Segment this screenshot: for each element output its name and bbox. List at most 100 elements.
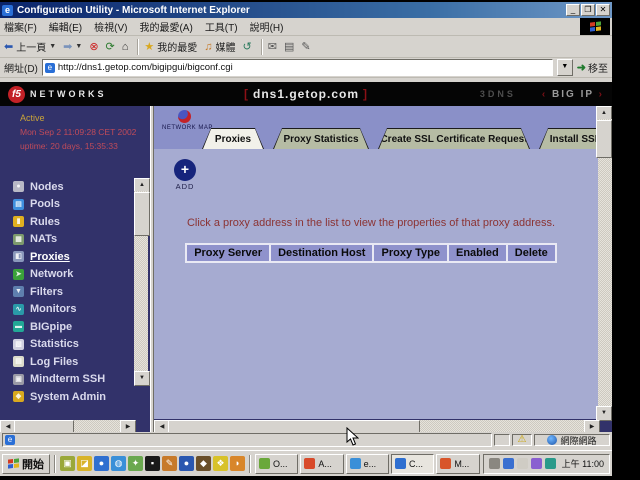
taskbar-separator — [249, 455, 251, 473]
scroll-track[interactable] — [598, 119, 612, 406]
window-titlebar[interactable]: e Configuration Utility - Microsoft Inte… — [0, 2, 612, 18]
quicklaunch-7-icon[interactable]: ✎ — [162, 456, 177, 471]
sidebar-item-label: Mindterm SSH — [30, 373, 105, 385]
menu-item-edit[interactable]: 編輯(E) — [49, 19, 82, 34]
ime-tray-icon[interactable] — [517, 458, 528, 469]
column-header-delete[interactable]: Delete — [508, 245, 555, 261]
print-icon: ▤ — [284, 41, 294, 53]
scroll-right-icon[interactable]: ▶ — [120, 420, 136, 432]
sidebar-item-nats[interactable]: ▦NATs — [0, 231, 134, 249]
main-vertical-scrollbar[interactable]: ▲ ▼ — [598, 106, 612, 432]
sidebar-item-rules[interactable]: ▮Rules — [0, 213, 134, 231]
refresh-button[interactable]: ⟳ — [106, 41, 115, 53]
status-message-panel: e — [2, 433, 492, 447]
sidebar-item-mindterm-ssh[interactable]: ▣ Mindterm SSH — [0, 371, 134, 389]
sidebar-item-monitors[interactable]: ∿Monitors — [0, 301, 134, 319]
taskbar-separator — [54, 455, 56, 473]
network-map-button[interactable]: NETWORK MAP — [162, 110, 206, 131]
scroll-down-icon[interactable]: ▼ — [596, 406, 612, 421]
scroll-thumb[interactable] — [14, 420, 74, 432]
column-header-enabled[interactable]: Enabled — [449, 245, 506, 261]
quicklaunch-8-icon[interactable]: ● — [179, 456, 194, 471]
taskbar-window-3[interactable]: e... — [346, 454, 389, 474]
refresh-icon: ⟳ — [106, 41, 115, 53]
sidebar-item-bigpipe[interactable]: ▬BIGpipe — [0, 318, 134, 336]
sidebar-item-label: BIGpipe — [30, 321, 72, 333]
quicklaunch-9-icon[interactable]: ◆ — [196, 456, 211, 471]
sidebar-horizontal-scrollbar[interactable]: ◀ ▶ — [0, 420, 134, 432]
quicklaunch-11-icon[interactable]: ◗ — [230, 456, 245, 471]
favorites-button[interactable]: ★ 我的最愛 — [144, 39, 197, 54]
start-button[interactable]: 開始 — [2, 454, 50, 474]
sidebar-item-log-files[interactable]: ▤Log Files — [0, 353, 134, 371]
tab-proxies[interactable]: Proxies — [202, 128, 264, 149]
scroll-down-icon[interactable]: ▼ — [134, 371, 150, 386]
tab-install-ssl-certificate[interactable]: Install SSL Certifi — [539, 128, 598, 149]
media-button[interactable]: ♫ 媒體 — [204, 39, 235, 54]
scroll-thumb[interactable] — [596, 120, 612, 158]
scheduler-tray-icon[interactable] — [531, 458, 542, 469]
forward-dropdown-icon[interactable]: ▼ — [75, 43, 82, 50]
mindterm-ssh-icon: ▣ — [13, 374, 24, 385]
network-status-tray-icon[interactable] — [503, 458, 514, 469]
column-header-proxy-server[interactable]: Proxy Server — [187, 245, 269, 261]
taskbar-window-4[interactable]: C... — [391, 454, 434, 474]
quicklaunch-10-icon[interactable]: ❖ — [213, 456, 228, 471]
system-status: Active Mon Sep 2 11:09:28 CET 2002 uptim… — [0, 106, 150, 151]
antivirus-tray-icon[interactable] — [545, 458, 556, 469]
close-button[interactable]: ✕ — [596, 4, 610, 16]
print-button[interactable]: ▤ — [284, 41, 294, 53]
restore-button[interactable]: ❐ — [581, 4, 595, 16]
volume-tray-icon[interactable] — [489, 458, 500, 469]
mail-button[interactable]: ✉ — [268, 41, 277, 53]
column-header-destination-host[interactable]: Destination Host — [271, 245, 372, 261]
menu-item-help[interactable]: 說明(H) — [250, 19, 284, 34]
scroll-thumb[interactable] — [134, 192, 150, 236]
sidebar-item-network[interactable]: ➤Network — [0, 266, 134, 284]
history-button[interactable]: ↺ — [243, 41, 252, 53]
quicklaunch-3-icon[interactable]: ● — [94, 456, 109, 471]
hostname-banner: [dns1.getop.com] — [0, 87, 612, 101]
network-map-icon — [178, 110, 191, 123]
address-dropdown-icon[interactable]: ▼ — [557, 59, 573, 76]
main-horizontal-scrollbar[interactable]: ◀ ▶ — [154, 420, 598, 432]
taskbar-window-1[interactable]: O... — [255, 454, 298, 474]
go-button[interactable]: ➜ 移至 — [577, 60, 608, 75]
tray-icons — [489, 458, 556, 469]
sidebar-item-nodes[interactable]: ●Nodes — [0, 178, 134, 196]
menu-item-view[interactable]: 檢視(V) — [94, 19, 127, 34]
add-proxy-button[interactable]: + ADD — [170, 159, 200, 191]
sidebar-item-statistics[interactable]: ▧Statistics — [0, 336, 134, 354]
menu-item-tools[interactable]: 工具(T) — [205, 19, 238, 34]
stop-button[interactable]: ⊗ — [89, 41, 98, 53]
window-icon — [259, 458, 270, 469]
home-button[interactable]: ⌂ — [122, 41, 129, 53]
sidebar-item-pools[interactable]: ▤Pools — [0, 196, 134, 214]
taskbar-window-5[interactable]: M... — [436, 454, 479, 474]
tab-proxy-statistics[interactable]: Proxy Statistics — [273, 128, 369, 149]
back-dropdown-icon[interactable]: ▼ — [49, 43, 56, 50]
taskbar-clock[interactable]: 上午 11:00 — [562, 457, 604, 470]
status-active: Active — [20, 113, 150, 123]
quicklaunch-6-icon[interactable]: ▪ — [145, 456, 160, 471]
menu-item-favorites[interactable]: 我的最愛(A) — [139, 19, 192, 34]
edit-button[interactable]: ✎ — [301, 41, 310, 53]
address-input[interactable]: e http://dns1.getop.com/bigipgui/bigconf… — [42, 59, 553, 76]
tab-create-ssl-certificate-request[interactable]: Create SSL Certificate Request — [378, 128, 530, 149]
quicklaunch-4-icon[interactable]: ◍ — [111, 456, 126, 471]
forward-button[interactable]: ➡ ▼ — [63, 41, 82, 53]
taskbar-window-2[interactable]: A... — [300, 454, 343, 474]
quicklaunch-5-icon[interactable]: ✦ — [128, 456, 143, 471]
window-label: e... — [364, 459, 377, 469]
sidebar-item-proxies[interactable]: ◧Proxies — [0, 248, 134, 266]
quicklaunch-2-icon[interactable]: ◪ — [77, 456, 92, 471]
bracket-right: ] — [363, 87, 368, 101]
back-button[interactable]: ⬅ 上一頁 ▼ — [4, 39, 56, 54]
column-header-proxy-type[interactable]: Proxy Type — [374, 245, 447, 261]
minimize-button[interactable]: _ — [566, 4, 580, 16]
sidebar-vertical-scrollbar[interactable]: ▲ ▼ — [134, 178, 150, 384]
quicklaunch-1-icon[interactable]: ▣ — [60, 456, 75, 471]
menu-item-file[interactable]: 檔案(F) — [4, 19, 37, 34]
sidebar-item-system-admin[interactable]: ◆System Admin — [0, 388, 134, 406]
sidebar-item-filters[interactable]: ▼Filters — [0, 283, 134, 301]
